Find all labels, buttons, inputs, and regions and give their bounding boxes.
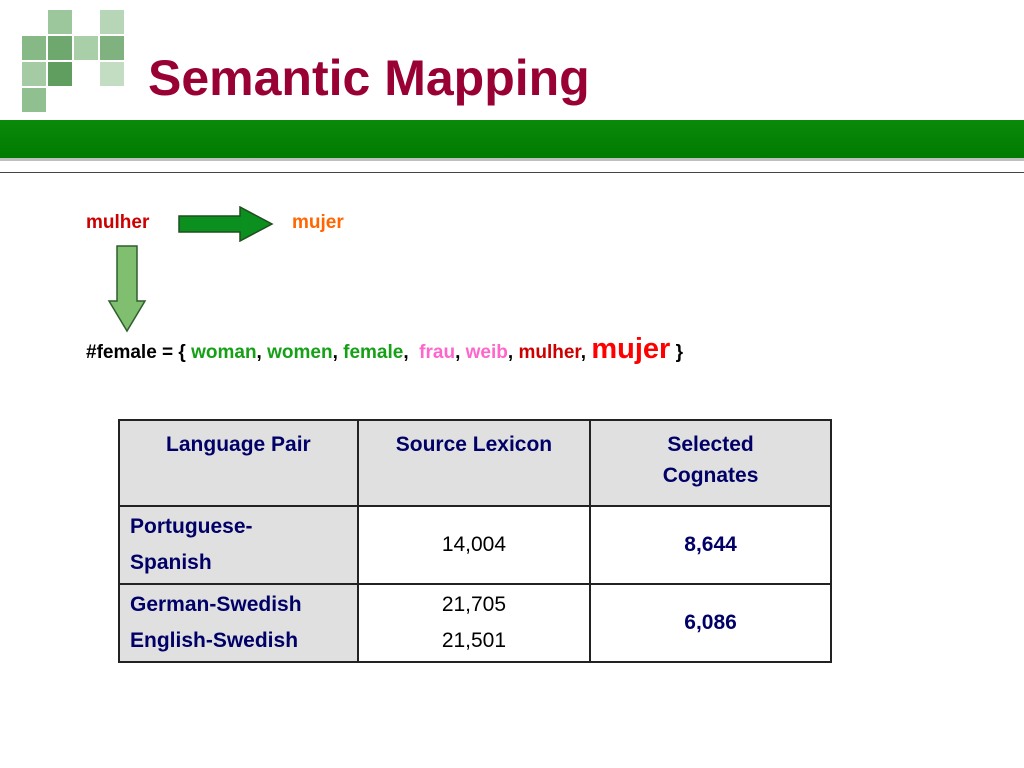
language-pair-line: English-Swedish xyxy=(130,629,299,652)
header-selected-cognates-text: Selected Cognates xyxy=(662,433,759,487)
header-source-lexicon: Source Lexicon xyxy=(356,419,592,507)
arrow-down-icon xyxy=(107,245,147,333)
set-prefix: #female = { xyxy=(86,342,192,363)
cell-selected-cognates: 6,086 xyxy=(589,583,832,663)
language-pair-line: Spanish xyxy=(130,551,212,574)
cell-selected-cognates: 8,644 xyxy=(589,505,832,585)
source-word: mulher xyxy=(86,212,150,233)
cognates-table: Language Pair Source Lexicon Selected Co… xyxy=(118,419,832,663)
lexicon-value: 21,501 xyxy=(441,629,507,652)
slide-title: Semantic Mapping xyxy=(148,50,590,106)
table-row: Portuguese- Spanish 14,004 8,644 xyxy=(118,505,832,585)
lexicon-value: 14,004 xyxy=(441,533,507,556)
language-pair-line: German-Swedish xyxy=(130,593,302,616)
set-word-frau: frau xyxy=(419,342,456,363)
set-word-weib: weib xyxy=(465,342,508,363)
logo-mosaic-icon xyxy=(22,10,124,112)
header-bar-shadow xyxy=(0,158,1024,161)
header-language-pair: Language Pair xyxy=(118,419,359,507)
language-pair-line: Portuguese- xyxy=(130,515,253,538)
set-word-mujer: mujer xyxy=(591,333,671,365)
divider-line xyxy=(0,172,1024,173)
cell-language-pair: German-Swedish English-Swedish xyxy=(118,583,359,663)
set-suffix: } xyxy=(670,342,683,363)
set-word-women: women xyxy=(267,342,333,363)
header-selected-cognates: Selected Cognates xyxy=(589,419,832,507)
set-word-female: female xyxy=(343,342,404,363)
table-header-row: Language Pair Source Lexicon Selected Co… xyxy=(118,419,832,507)
set-word-mulher: mulher xyxy=(518,342,581,363)
cell-source-lexicon: 21,705 21,501 xyxy=(356,583,592,663)
set-word-woman: woman xyxy=(191,342,257,363)
cell-source-lexicon: 14,004 xyxy=(356,505,592,585)
lexicon-value: 21,705 xyxy=(441,593,507,616)
target-word: mujer xyxy=(292,212,344,233)
header-bar xyxy=(0,120,1024,158)
cell-language-pair: Portuguese- Spanish xyxy=(118,505,359,585)
table-row: German-Swedish English-Swedish 21,705 21… xyxy=(118,583,832,663)
female-set-definition: #female = { woman, women, female, frau, … xyxy=(86,333,683,365)
arrow-right-icon xyxy=(178,206,274,242)
